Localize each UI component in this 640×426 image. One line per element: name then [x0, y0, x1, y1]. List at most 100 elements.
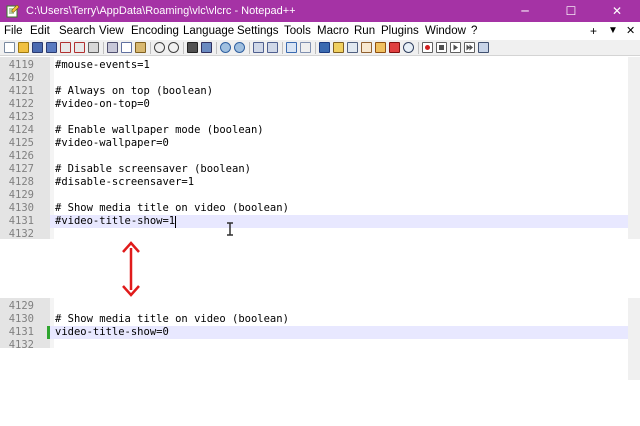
maximize-button[interactable]: ☐	[548, 0, 594, 22]
code-line[interactable]: 4129	[0, 189, 628, 202]
replace-icon[interactable]	[201, 42, 212, 53]
menu-macro[interactable]: Macro	[317, 22, 349, 40]
save-all-icon[interactable]	[46, 42, 57, 53]
code-line[interactable]: 4121 # Always on top (boolean)	[0, 85, 628, 98]
line-text: video-title-show=0	[55, 326, 169, 338]
code-line[interactable]: 4127 # Disable screensaver (boolean)	[0, 163, 628, 176]
notepad-plus-plus-icon	[6, 4, 20, 18]
menu-language[interactable]: Language	[183, 22, 234, 40]
line-text: #mouse-events=1	[55, 59, 150, 71]
redo-icon[interactable]	[168, 42, 179, 53]
code-line[interactable]: 4119 #mouse-events=1	[0, 59, 628, 72]
menu-help[interactable]: ?	[471, 22, 477, 40]
close-tab-button[interactable]: ✕	[626, 22, 635, 40]
sync-horizontal-icon[interactable]	[267, 42, 278, 53]
show-all-chars-icon[interactable]	[300, 42, 311, 53]
code-line[interactable]: 4123	[0, 111, 628, 124]
eye-icon[interactable]	[403, 42, 414, 53]
code-line[interactable]: 4131 #video-title-show=1	[0, 215, 628, 228]
line-number: 4121	[8, 85, 34, 97]
code-line[interactable]: 4122 #video-on-top=0	[0, 98, 628, 111]
toolbar-separator	[216, 42, 217, 54]
close-window-button[interactable]: ✕	[594, 0, 640, 22]
toolbar-separator	[315, 42, 316, 54]
function-list-icon[interactable]	[361, 42, 372, 53]
monitor-icon[interactable]	[389, 42, 400, 53]
menu-bar: File Edit Search View Encoding Language …	[0, 22, 640, 40]
menu-encoding[interactable]: Encoding	[131, 22, 179, 40]
paste-icon[interactable]	[135, 42, 146, 53]
undo-icon[interactable]	[154, 42, 165, 53]
menu-run[interactable]: Run	[354, 22, 375, 40]
zoom-out-icon[interactable]	[234, 42, 245, 53]
record-dot-glyph	[425, 45, 430, 50]
zoom-in-icon[interactable]	[220, 42, 231, 53]
line-number: 4129	[8, 300, 34, 312]
menu-search[interactable]: Search	[59, 22, 95, 40]
code-line[interactable]: 4126	[0, 150, 628, 163]
menu-view[interactable]: View	[99, 22, 124, 40]
code-line[interactable]: 4125 #video-wallpaper=0	[0, 137, 628, 150]
code-line[interactable]: 4130 # Show media title on video (boolean…	[0, 313, 628, 326]
new-file-icon[interactable]	[4, 42, 15, 53]
line-text: # Show media title on video (boolean)	[55, 313, 289, 325]
find-icon[interactable]	[187, 42, 198, 53]
indent-guide-icon[interactable]	[319, 42, 330, 53]
menu-file[interactable]: File	[4, 22, 23, 40]
tab-list-dropdown-button[interactable]: ▼	[608, 22, 618, 40]
cut-icon[interactable]	[107, 42, 118, 53]
menu-tools[interactable]: Tools	[284, 22, 311, 40]
line-number: 4123	[8, 111, 34, 123]
new-tab-button[interactable]: +	[590, 22, 597, 40]
line-number: 4127	[8, 163, 34, 175]
code-line[interactable]: 4124 # Enable wallpaper mode (boolean)	[0, 124, 628, 137]
code-line[interactable]: 4128 #disable-screensaver=1	[0, 176, 628, 189]
code-line[interactable]: 4120	[0, 72, 628, 85]
line-number: 4131	[8, 326, 34, 338]
menu-edit[interactable]: Edit	[30, 22, 50, 40]
copy-icon[interactable]	[121, 42, 132, 53]
word-wrap-icon[interactable]	[286, 42, 297, 53]
open-file-icon[interactable]	[18, 42, 29, 53]
window-title: C:\Users\Terry\AppData\Roaming\vlc\vlcrc…	[26, 5, 296, 17]
play-triangle-glyph	[453, 44, 458, 51]
line-number: 4126	[8, 150, 34, 162]
toolbar-separator	[183, 42, 184, 54]
close-all-icon[interactable]	[74, 42, 85, 53]
menu-plugins[interactable]: Plugins	[381, 22, 419, 40]
save-macro-icon[interactable]	[478, 42, 489, 53]
line-text: # Enable wallpaper mode (boolean)	[55, 124, 264, 136]
vertical-scrollbar[interactable]	[628, 57, 640, 239]
save-icon[interactable]	[32, 42, 43, 53]
line-text: # Always on top (boolean)	[55, 85, 214, 97]
line-number: 4119	[8, 59, 34, 71]
folder-workspace-icon[interactable]	[375, 42, 386, 53]
line-number: 4122	[8, 98, 34, 110]
close-icon[interactable]	[60, 42, 71, 53]
editor-pane-before[interactable]: 4119 #mouse-events=1 4120 4121 # Always on t…	[0, 57, 628, 239]
print-icon[interactable]	[88, 42, 99, 53]
stop-square-glyph	[439, 45, 444, 50]
line-text: #video-on-top=0	[55, 98, 150, 110]
line-number: 4130	[8, 202, 34, 214]
line-number: 4124	[8, 124, 34, 136]
sync-vertical-icon[interactable]	[253, 42, 264, 53]
code-line[interactable]: 4131 video-title-show=0	[0, 326, 628, 339]
double-arrow-icon	[122, 241, 140, 297]
editor-pane-after[interactable]: 4129 4130 # Show media title on video (boo…	[0, 298, 628, 348]
vertical-scrollbar[interactable]	[628, 298, 640, 380]
line-number: 4128	[8, 176, 34, 188]
user-lang-icon[interactable]	[333, 42, 344, 53]
code-line[interactable]: 4132	[0, 228, 628, 239]
code-line[interactable]: 4130 # Show media title on video (boolean…	[0, 202, 628, 215]
code-line[interactable]: 4132	[0, 339, 628, 348]
menu-window[interactable]: Window	[425, 22, 466, 40]
minimize-button[interactable]: ─	[502, 0, 548, 22]
menu-settings[interactable]: Settings	[237, 22, 279, 40]
doc-map-icon[interactable]	[347, 42, 358, 53]
code-line[interactable]: 4129	[0, 300, 628, 313]
line-number: 4132	[8, 228, 34, 239]
toolbar-separator	[418, 42, 419, 54]
line-text: # Disable screensaver (boolean)	[55, 163, 251, 175]
toolbar	[0, 40, 640, 56]
